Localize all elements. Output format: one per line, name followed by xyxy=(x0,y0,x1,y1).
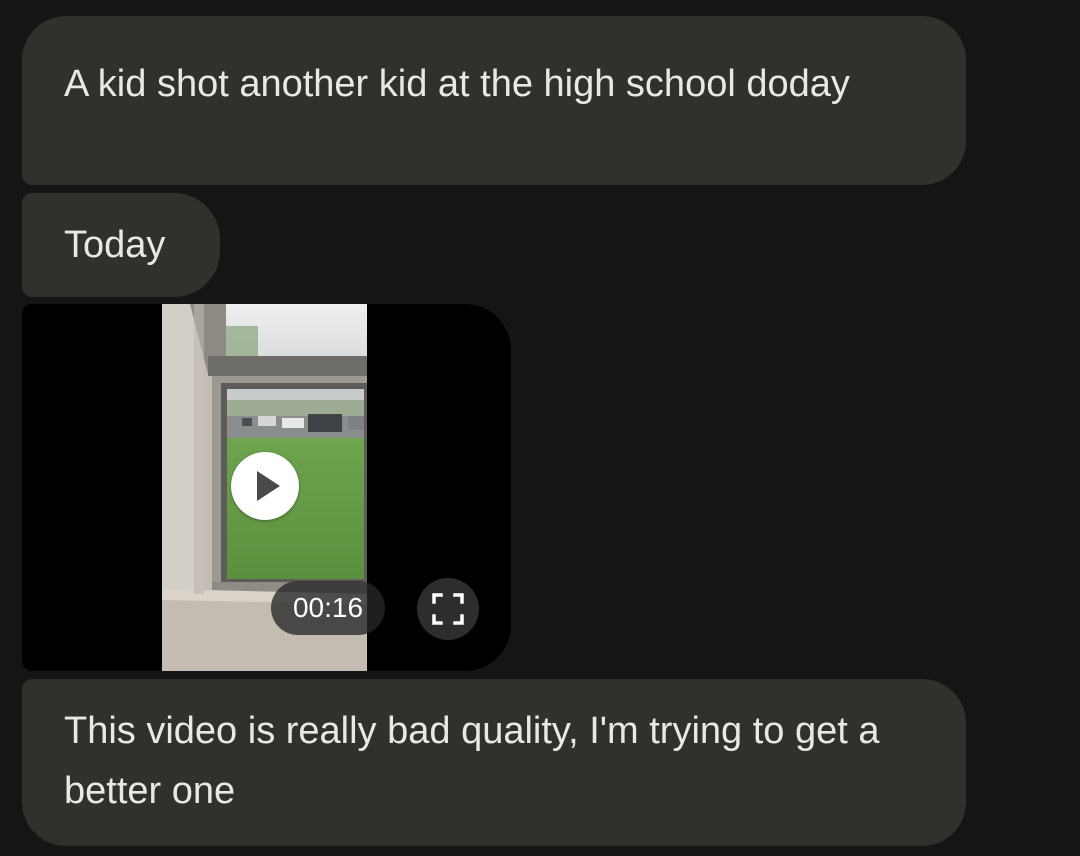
message-text: This video is really bad quality, I'm tr… xyxy=(64,710,880,812)
message-bubble[interactable]: Today xyxy=(22,193,220,297)
message-bubble[interactable]: A kid shot another kid at the high schoo… xyxy=(22,16,966,185)
play-button[interactable] xyxy=(231,452,299,520)
message-thread: A kid shot another kid at the high schoo… xyxy=(0,0,1080,856)
message-text: Today xyxy=(64,224,166,266)
play-icon xyxy=(257,471,280,501)
fullscreen-icon xyxy=(432,593,464,625)
message-text: A kid shot another kid at the high schoo… xyxy=(64,63,850,105)
video-attachment[interactable]: 00:16 xyxy=(22,304,511,671)
fullscreen-button[interactable] xyxy=(417,578,479,640)
message-bubble[interactable]: This video is really bad quality, I'm tr… xyxy=(22,679,966,846)
video-duration-badge: 00:16 xyxy=(271,581,385,635)
